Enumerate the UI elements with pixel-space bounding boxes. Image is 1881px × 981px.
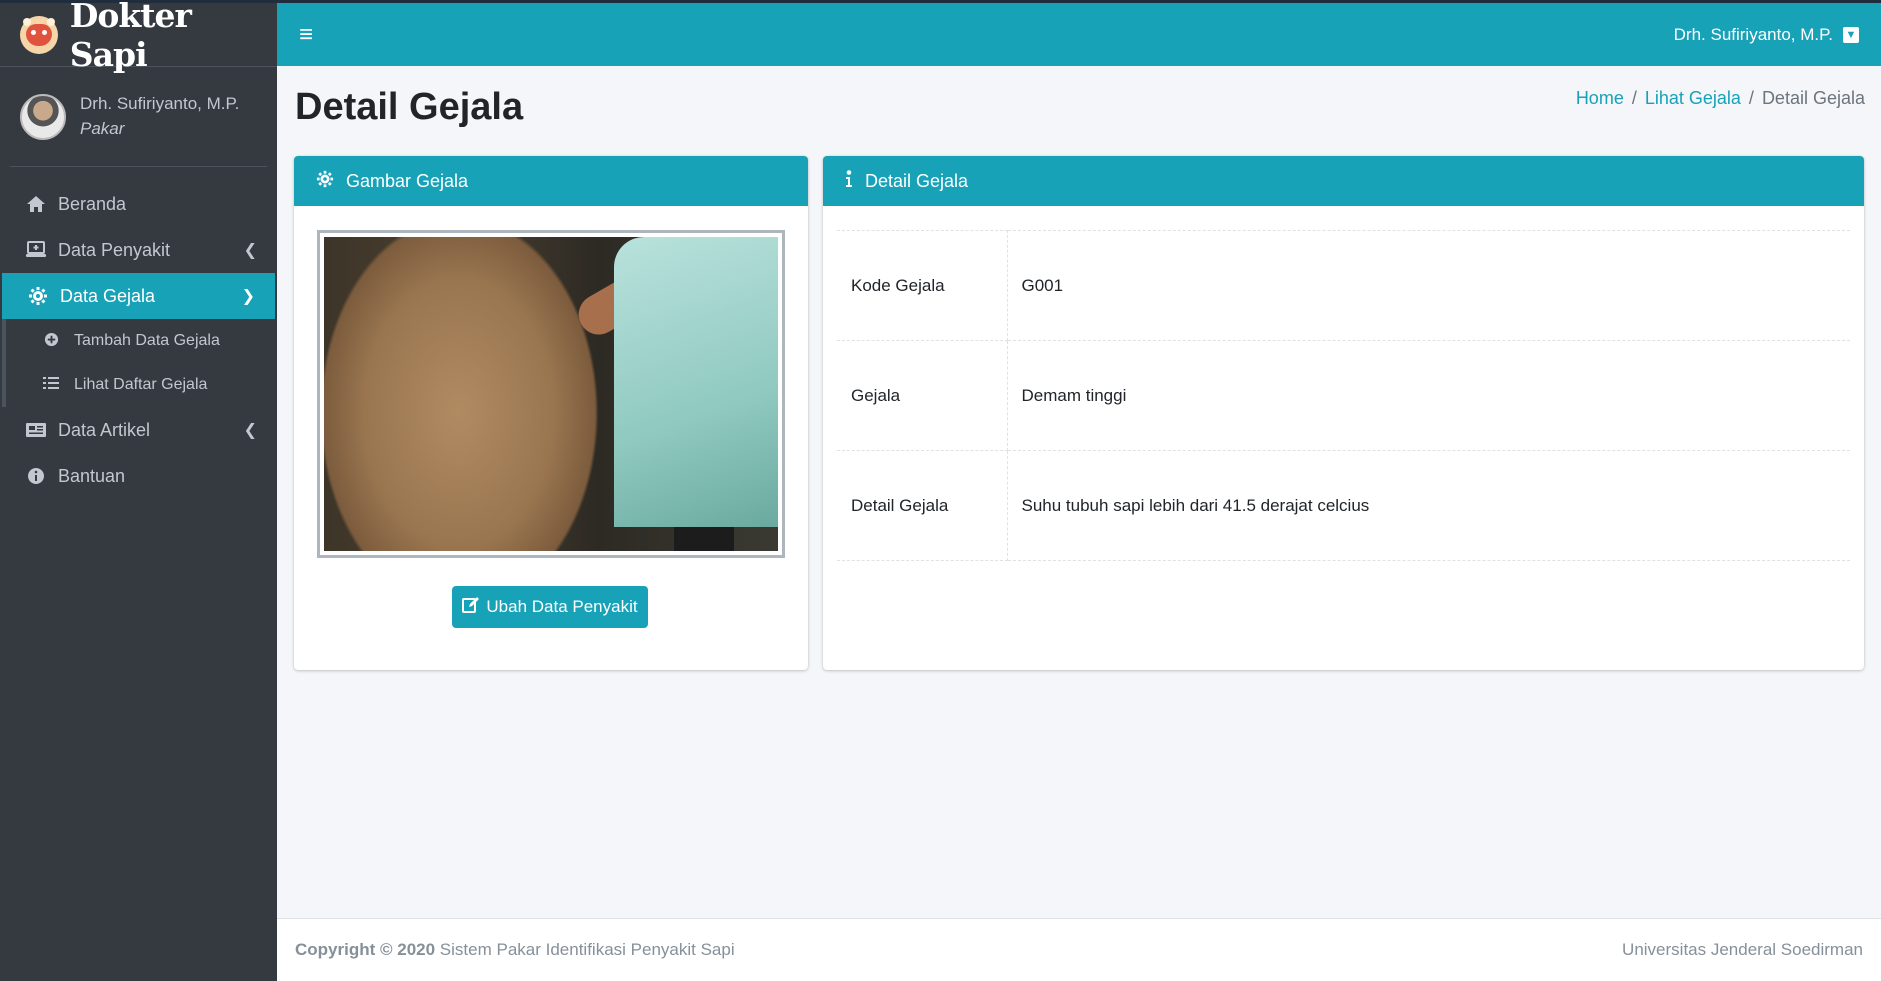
detail-table: Kode Gejala G001 Gejala Demam tinggi Det… [837,230,1850,561]
footer-copyright-text: Sistem Pakar Identifikasi Penyakit Sapi [439,940,735,959]
row-label: Kode Gejala [837,230,1008,341]
table-row: Kode Gejala G001 [837,230,1850,341]
sidebar-item-data-gejala[interactable]: Data Gejala ❯ [2,273,275,319]
chevron-left-icon: ❮ [243,422,257,439]
symptom-image-frame [317,230,785,558]
row-value: Suhu tubuh sapi lebih dari 41.5 derajat … [1007,450,1850,561]
breadcrumb-separator: / [1631,88,1637,108]
breadcrumb: Home / Lihat Gejala / Detail Gejala [1576,88,1865,109]
detail-card: Detail Gejala Kode Gejala G001 Gejala De… [823,156,1864,670]
edit-button[interactable]: Ubah Data Penyakit [452,586,648,628]
user-role: Pakar [80,119,125,138]
image-card: Gambar Gejala Ubah Data Penyakit [294,156,808,670]
plus-circle-icon [42,332,60,351]
sidebar-item-label: Data Gejala [60,285,156,306]
row-label: Detail Gejala [837,450,1008,561]
footer-university: Universitas Jenderal Soedirman [1622,940,1863,959]
breadcrumb-lihat-gejala[interactable]: Lihat Gejala [1645,88,1741,108]
sidebar-item-label: Beranda [58,193,127,214]
table-row: Gejala Demam tinggi [837,340,1850,451]
detail-card-header: Detail Gejala [823,156,1864,206]
sidebar: Dokter Sapi Drh. Sufiriyanto, M.P. Pakar… [0,0,277,981]
sidebar-item-label: Lihat Daftar Gejala [74,376,208,393]
content-wrapper: Detail Gejala Home / Lihat Gejala / Detail G… [277,66,1881,918]
breadcrumb-separator: / [1748,88,1754,108]
gear-icon [26,286,50,306]
list-icon [42,376,60,394]
menu-toggle-icon[interactable]: ≡ [299,21,313,49]
breadcrumb-home[interactable]: Home [1576,88,1624,108]
table-row: Detail Gejala Suhu tubuh sapi lebih dari… [837,450,1850,561]
laptop-medical-icon [24,240,48,260]
detail-card-title: Detail Gejala [865,170,969,191]
sidebar-item-bantuan[interactable]: Bantuan [0,453,277,499]
footer-copyright: Copyright © 2020 Sistem Pakar Identifika… [295,940,735,960]
breadcrumb-current: Detail Gejala [1761,88,1865,108]
row-label: Gejala [837,340,1008,451]
edit-button-label: Ubah Data Penyakit [486,597,638,616]
avatar [20,93,66,140]
sidebar-nav: Beranda Data Penyakit ❮ Data Gejala ❯ Ta… [0,167,277,499]
row-value: G001 [1007,230,1850,341]
home-icon [24,194,48,214]
sidebar-item-label: Bantuan [58,465,126,486]
chevron-left-icon: ❮ [243,242,257,259]
user-dropdown[interactable]: Drh. Sufiriyanto, M.P. ▼ [1674,25,1859,45]
image-card-header: Gambar Gejala [294,156,808,206]
symptom-image [324,237,778,551]
brand-name: Dokter Sapi [69,0,192,74]
chevron-down-icon: ❯ [241,288,255,305]
sidebar-item-beranda[interactable]: Beranda [0,181,277,227]
user-panel: Drh. Sufiriyanto, M.P. Pakar [10,67,267,167]
footer: Copyright © 2020 Sistem Pakar Identifika… [277,918,1881,981]
cow-face-icon [20,15,58,54]
top-navbar: ≡ Drh. Sufiriyanto, M.P. ▼ [277,0,1881,66]
sidebar-subitem-lihat-gejala[interactable]: Lihat Daftar Gejala [2,363,277,407]
gear-icon [316,170,334,193]
info-icon [845,169,853,193]
page-title: Detail Gejala [295,86,524,128]
sidebar-item-label: Data Penyakit [58,239,171,260]
sidebar-item-data-artikel[interactable]: Data Artikel ❮ [0,407,277,453]
image-card-title: Gambar Gejala [346,170,469,191]
caret-down-icon: ▼ [1843,26,1859,43]
sidebar-subitem-tambah-gejala[interactable]: Tambah Data Gejala [2,319,277,363]
user-name[interactable]: Drh. Sufiriyanto, M.P. [80,94,239,114]
sidebar-item-label: Tambah Data Gejala [74,332,220,349]
newspaper-icon [24,420,48,440]
edit-icon [462,596,480,618]
row-value: Demam tinggi [1007,340,1850,451]
footer-copyright-year: Copyright © 2020 [295,940,436,959]
sidebar-item-label: Data Artikel [58,419,151,440]
user-dropdown-label: Drh. Sufiriyanto, M.P. [1673,24,1833,44]
sidebar-item-data-penyakit[interactable]: Data Penyakit ❮ [0,227,277,273]
info-circle-icon [24,466,48,486]
brand-link[interactable]: Dokter Sapi [0,0,277,74]
